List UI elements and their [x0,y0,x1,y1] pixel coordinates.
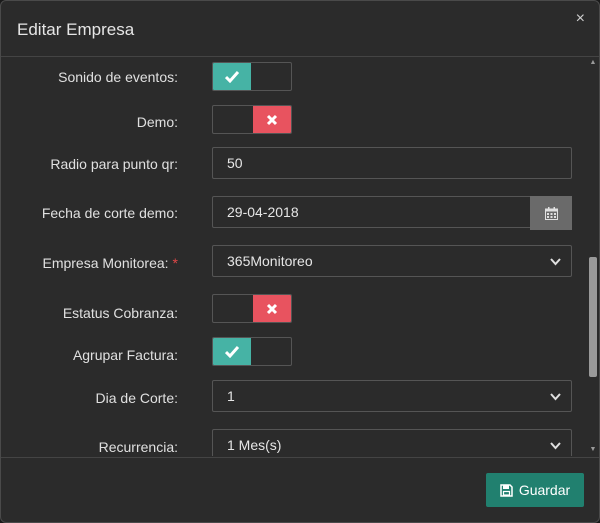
empresa-monitorea-label: Empresa Monitorea: * [1,255,178,271]
required-marker: * [172,255,178,271]
sonido-eventos-toggle[interactable] [212,62,292,91]
scroll-up-arrow-icon[interactable]: ▲ [589,59,597,67]
modal-header: Editar Empresa × [1,1,599,57]
chevron-down-icon [550,258,561,266]
estatus-cobranza-label: Estatus Cobranza: [62,305,178,321]
recurrencia-value: 1 Mes(s) [227,437,282,453]
empresa-monitorea-label-text: Empresa Monitorea: [42,255,169,271]
agrupar-factura-label: Agrupar Factura: [72,347,178,363]
row-fecha-corte: Fecha de corte demo: 29-04-2018 [1,196,587,230]
check-icon [213,63,251,90]
dia-corte-value: 1 [227,388,235,404]
agrupar-factura-toggle[interactable] [212,337,292,366]
radio-qr-label: Radio para punto qr: [50,156,178,172]
dia-corte-label: Dia de Corte: [95,390,178,406]
empresa-monitorea-value: 365Monitoreo [227,253,313,269]
row-estatus-cobranza: Estatus Cobranza: [1,294,587,323]
modal-title: Editar Empresa [17,20,135,39]
demo-label: Demo: [136,114,178,130]
fecha-corte-input[interactable]: 29-04-2018 [212,196,572,230]
modal-footer: Guardar [1,457,599,522]
row-empresa-monitorea: Empresa Monitorea: * 365Monitoreo [1,245,587,278]
chevron-down-icon [550,393,561,401]
chevron-down-icon [550,442,561,450]
empresa-monitorea-select[interactable]: 365Monitoreo [212,245,572,277]
edit-company-modal: Editar Empresa × Sonido de eventos: Demo… [0,0,600,523]
calendar-button[interactable] [530,196,572,230]
sonido-eventos-label: Sonido de eventos: [58,69,178,85]
modal-scrollbar[interactable]: ▲ ▼ [587,57,599,456]
scroll-thumb[interactable] [589,257,597,377]
row-radio-qr: Radio para punto qr: 50 [1,147,587,180]
close-icon[interactable]: × [576,11,585,27]
check-icon [213,338,251,365]
fecha-corte-value: 29-04-2018 [227,204,299,220]
x-icon [253,295,291,322]
recurrencia-label: Recurrencia: [98,439,178,455]
estatus-cobranza-toggle[interactable] [212,294,292,323]
floppy-disk-icon [500,483,513,497]
save-button-label: Guardar [518,482,571,498]
calendar-icon [544,206,558,220]
row-agrupar-factura: Agrupar Factura: [1,337,587,366]
recurrencia-select[interactable]: 1 Mes(s) [212,429,572,456]
row-dia-corte: Dia de Corte: 1 [1,380,587,413]
fecha-corte-label: Fecha de corte demo: [41,205,178,221]
save-button[interactable]: Guardar [486,473,584,507]
scroll-down-arrow-icon[interactable]: ▼ [589,446,597,454]
row-recurrencia: Recurrencia: 1 Mes(s) [1,429,587,456]
modal-body: Sonido de eventos: Demo: Radio para punt… [1,57,587,456]
row-sonido-eventos: Sonido de eventos: [1,62,587,91]
x-icon [253,106,291,133]
radio-qr-input[interactable]: 50 [212,147,572,179]
row-demo: Demo: [1,105,587,134]
dia-corte-select[interactable]: 1 [212,380,572,412]
demo-toggle[interactable] [212,105,292,134]
